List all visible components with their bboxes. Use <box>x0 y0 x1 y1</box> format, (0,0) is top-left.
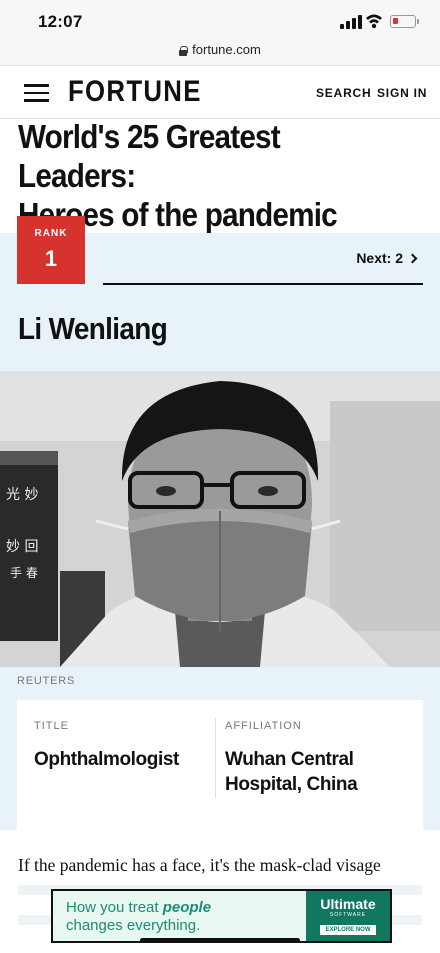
site-header: FORTUNE SEARCH SIGN IN <box>0 67 440 119</box>
rank-label: RANK <box>34 228 68 239</box>
divider-line <box>103 283 423 285</box>
browser-url-bar[interactable]: fortune.com <box>0 40 440 66</box>
rank-number: 1 <box>44 246 58 271</box>
status-bar: 12:07 <box>0 0 440 40</box>
lock-icon <box>179 45 189 56</box>
cellular-signal-icon <box>340 15 362 29</box>
ad-text-line1-a: How you treat <box>66 899 163 916</box>
hamburger-menu-icon[interactable] <box>24 84 49 102</box>
ad-brand-name: Ultimate <box>320 896 376 912</box>
rank-badge: RANK 1 <box>17 216 85 284</box>
article-body-first-line: If the pandemic has a face, it's the mas… <box>18 855 381 875</box>
sign-in-link[interactable]: SIGN IN <box>377 86 427 100</box>
svg-text:手 春: 手 春 <box>10 566 38 580</box>
chevron-right-icon <box>407 253 418 263</box>
portrait-photo: 光 妙 妙 回 手 春 <box>0 371 440 667</box>
next-rank-label: Next: 2 <box>356 250 403 266</box>
home-indicator[interactable] <box>140 938 300 943</box>
affiliation-value: Wuhan Central Hospital, China <box>225 749 358 795</box>
ad-text-line1-b: people <box>162 899 212 916</box>
ad-brand-block[interactable]: Ultimate SOFTWARE EXPLORE NOW <box>306 891 390 941</box>
battery-icon <box>390 15 419 28</box>
url-text: fortune.com <box>192 42 261 57</box>
ad-explore-button[interactable]: EXPLORE NOW <box>320 925 376 935</box>
next-rank-link[interactable]: Next: 2 <box>356 250 418 266</box>
info-card: TITLE Ophthalmologist AFFILIATION Wuhan … <box>17 700 423 830</box>
ad-brand-sub: SOFTWARE <box>329 912 367 918</box>
ad-text-line2: changes everything. <box>66 917 201 934</box>
svg-text:光 妙: 光 妙 <box>6 487 38 503</box>
title-value: Ophthalmologist <box>34 749 179 770</box>
headline-line-1: World's 25 Greatest Leaders: <box>18 118 281 194</box>
affiliation-label: AFFILIATION <box>225 720 302 732</box>
card-divider <box>215 718 216 798</box>
search-link[interactable]: SEARCH <box>316 86 371 100</box>
status-time: 12:07 <box>38 12 83 31</box>
fortune-logo[interactable]: FORTUNE <box>68 75 202 109</box>
wifi-icon <box>366 14 382 29</box>
ad-text: How you treat people changes everything. <box>66 899 211 935</box>
photo-credit: REUTERS <box>17 675 76 687</box>
svg-text:妙 回: 妙 回 <box>6 539 38 555</box>
person-name: Li Wenliang <box>18 311 168 346</box>
title-label: TITLE <box>34 720 69 732</box>
ad-banner[interactable]: How you treat people changes everything.… <box>51 889 392 943</box>
